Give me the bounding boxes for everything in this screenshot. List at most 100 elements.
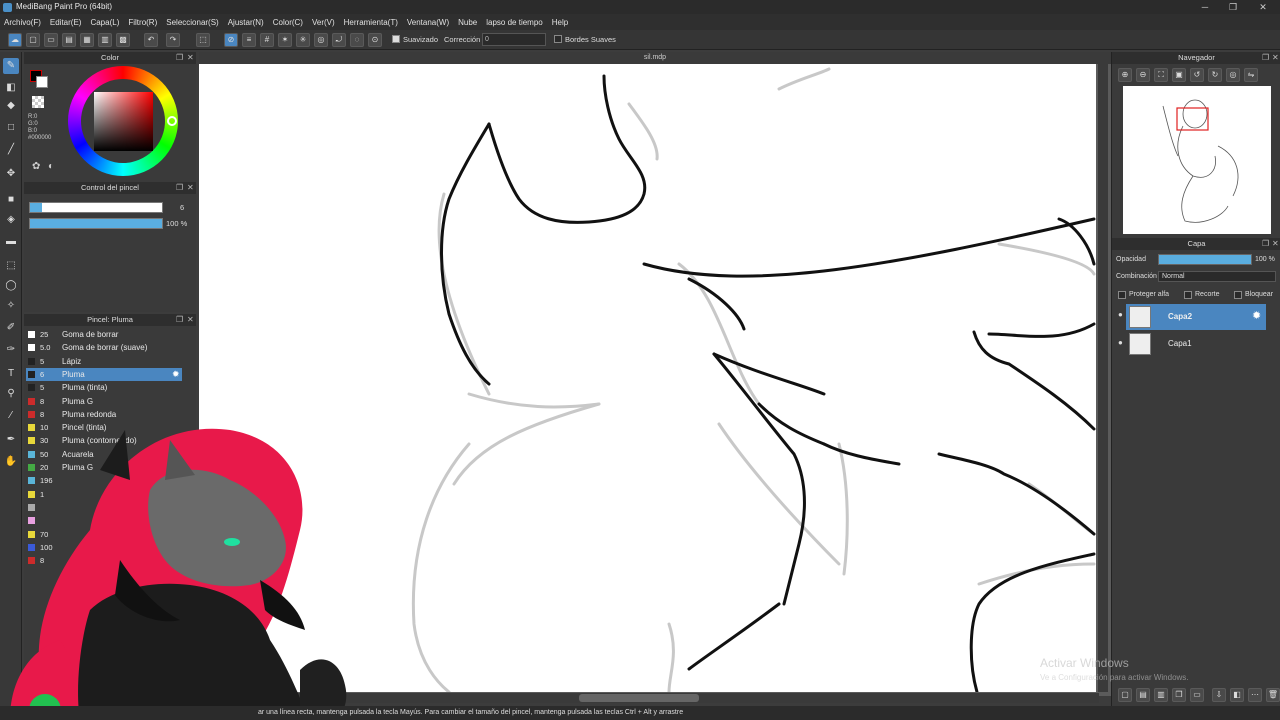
layers-icon[interactable]: ▥: [98, 33, 112, 47]
dot-tool-icon[interactable]: ◆: [3, 98, 19, 114]
new-file-icon[interactable]: ▢: [26, 33, 40, 47]
menu-lapso[interactable]: lapso de tiempo: [486, 18, 542, 27]
eraser-tool-icon[interactable]: ◧: [3, 80, 19, 96]
brush-tool-icon[interactable]: ✎: [3, 58, 19, 74]
brush-settings-icon[interactable]: ✹: [172, 368, 180, 381]
menu-seleccionar[interactable]: Seleccionar(S): [166, 18, 218, 27]
color-history-icon[interactable]: ◐: [48, 161, 54, 172]
layer-item[interactable]: Capa2 ✹: [1126, 304, 1266, 330]
magic-wand-tool-icon[interactable]: ✧: [3, 298, 19, 314]
select-pen-tool-icon[interactable]: ✐: [3, 320, 19, 336]
smooth-checkbox[interactable]: [392, 35, 400, 43]
grid-icon[interactable]: ▩: [116, 33, 130, 47]
text-tool-icon[interactable]: T: [3, 366, 19, 382]
lasso-tool-icon[interactable]: ◯: [3, 278, 19, 294]
menu-ventana[interactable]: Ventana(W): [407, 18, 449, 27]
brush-opacity-slider[interactable]: [29, 218, 163, 229]
horizontal-scroll-thumb[interactable]: [579, 694, 699, 702]
soft-edges-checkbox[interactable]: [554, 35, 562, 43]
menu-editar[interactable]: Editar(E): [50, 18, 82, 27]
line-tool-icon[interactable]: ╱: [3, 142, 19, 158]
new-layer-icon[interactable]: ▢: [1118, 688, 1132, 702]
brush-list-item[interactable]: 5 Lápiz: [26, 355, 182, 368]
rect-tool-icon[interactable]: □: [3, 120, 19, 136]
panel-float-icon[interactable]: ❐: [176, 52, 183, 64]
layer-mask-icon[interactable]: ◧: [1230, 688, 1244, 702]
save-icon[interactable]: ▤: [62, 33, 76, 47]
export-icon[interactable]: ▦: [80, 33, 94, 47]
zoom-in-icon[interactable]: ⊕: [1118, 68, 1132, 82]
protect-alpha-checkbox[interactable]: [1118, 291, 1126, 299]
navigator-preview[interactable]: [1123, 86, 1271, 234]
delete-layer-icon[interactable]: 🗑: [1266, 688, 1280, 702]
snap-crosshair-icon[interactable]: ✳: [296, 33, 310, 47]
vertical-scrollbar[interactable]: [1098, 64, 1108, 692]
flip-icon[interactable]: ⇋: [1244, 68, 1258, 82]
panel-float-icon[interactable]: ❐: [176, 182, 183, 194]
snap-ellipse-icon[interactable]: ◌: [350, 33, 364, 47]
transparent-swatch[interactable]: [32, 96, 44, 108]
blend-mode-select[interactable]: Normal: [1158, 271, 1276, 282]
panel-close-icon[interactable]: ✕: [187, 52, 194, 64]
layer-item[interactable]: Capa1: [1126, 331, 1266, 357]
zoom-out-icon[interactable]: ⊖: [1136, 68, 1150, 82]
comment-icon[interactable]: ▭: [44, 33, 58, 47]
snap-off-icon[interactable]: ⊘: [224, 33, 238, 47]
bucket-tool-icon[interactable]: ◈: [3, 212, 19, 228]
saturation-square[interactable]: [94, 92, 153, 151]
snap-curve-icon[interactable]: ⤾: [332, 33, 346, 47]
layer-settings-icon[interactable]: ✹: [1252, 309, 1261, 322]
new-halftone-layer-icon[interactable]: ▤: [1136, 688, 1150, 702]
clip-checkbox[interactable]: [1184, 291, 1192, 299]
rotate-right-icon[interactable]: ↻: [1208, 68, 1222, 82]
snap-circle-icon[interactable]: ◎: [314, 33, 328, 47]
panel-float-icon[interactable]: ❐: [176, 314, 183, 326]
brush-list-item[interactable]: 25 Goma de borrar: [26, 328, 182, 341]
brush-list-item[interactable]: 5 Pluma (tinta): [26, 381, 182, 394]
move-tool-icon[interactable]: ✥: [3, 166, 19, 182]
layer-visibility-icon[interactable]: ●: [1118, 338, 1123, 347]
redo-icon[interactable]: ↷: [166, 33, 180, 47]
fill-rect-tool-icon[interactable]: ■: [3, 192, 19, 208]
undo-icon[interactable]: ↶: [144, 33, 158, 47]
duplicate-layer-icon[interactable]: ❐: [1172, 688, 1186, 702]
correction-input[interactable]: 0: [482, 33, 546, 46]
rotate-left-icon[interactable]: ↺: [1190, 68, 1204, 82]
close-button[interactable]: ✕: [1248, 0, 1278, 14]
merge-down-icon[interactable]: ⇩: [1212, 688, 1226, 702]
menu-color[interactable]: Color(C): [273, 18, 303, 27]
navigator-viewport-rect[interactable]: [1176, 107, 1209, 131]
menu-capa[interactable]: Capa(L): [90, 18, 119, 27]
palette-icon[interactable]: ✿: [32, 161, 40, 172]
panel-close-icon[interactable]: ✕: [1272, 52, 1279, 64]
cloud-icon[interactable]: ☁: [8, 33, 22, 47]
snap-radial-icon[interactable]: ✶: [278, 33, 292, 47]
reset-view-icon[interactable]: ◎: [1226, 68, 1240, 82]
operation-tool-icon[interactable]: ⚲: [3, 386, 19, 402]
snap-grid-icon[interactable]: #: [260, 33, 274, 47]
actual-size-icon[interactable]: ▣: [1172, 68, 1186, 82]
hue-handle[interactable]: [167, 116, 177, 126]
menu-nube[interactable]: Nube: [458, 18, 477, 27]
brush-list-item[interactable]: 6 Pluma ✹: [26, 367, 182, 381]
fit-icon[interactable]: ⛶: [1154, 68, 1168, 82]
background-color-swatch[interactable]: [36, 76, 48, 88]
brush-list-item[interactable]: 8 Pluma G: [26, 395, 182, 408]
brush-size-slider[interactable]: [29, 202, 163, 213]
minimize-button[interactable]: ─: [1190, 0, 1220, 14]
layer-visibility-icon[interactable]: ●: [1118, 310, 1123, 319]
menu-herramienta[interactable]: Herramienta(T): [344, 18, 398, 27]
snap-vanish-icon[interactable]: ⊙: [368, 33, 382, 47]
menu-archivo[interactable]: Archivo(F): [4, 18, 41, 27]
new-8bit-layer-icon[interactable]: ▥: [1154, 688, 1168, 702]
layer-more-icon[interactable]: ⋯: [1248, 688, 1262, 702]
panel-float-icon[interactable]: ❐: [1262, 52, 1269, 64]
snap-parallel-icon[interactable]: ≡: [242, 33, 256, 47]
panel-close-icon[interactable]: ✕: [187, 314, 194, 326]
panel-float-icon[interactable]: ❐: [1262, 238, 1269, 250]
gradient-tool-icon[interactable]: ▬: [3, 234, 19, 250]
menu-ver[interactable]: Ver(V): [312, 18, 335, 27]
menu-ajustar[interactable]: Ajustar(N): [228, 18, 264, 27]
select-tool-icon[interactable]: ⬚: [3, 258, 19, 274]
restore-button[interactable]: ❐: [1218, 0, 1248, 14]
